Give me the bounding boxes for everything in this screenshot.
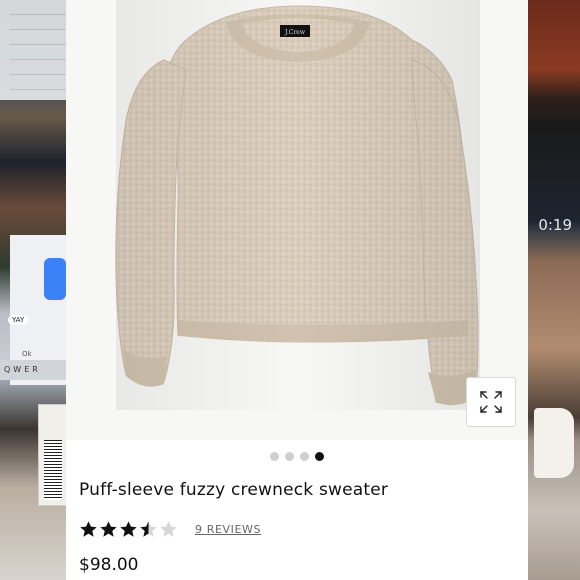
- brand-label: J.Crew: [284, 29, 306, 36]
- background-message-bubble: [44, 258, 66, 300]
- star-rating: [79, 520, 178, 539]
- product-title: Puff-sleeve fuzzy crewneck sweater: [79, 480, 389, 500]
- product-image[interactable]: J.Crew: [66, 0, 528, 440]
- product-price: $98.00: [79, 555, 139, 575]
- star-icon: [160, 520, 177, 537]
- image-pagination: [66, 452, 528, 464]
- background-reaction: YAY: [8, 315, 29, 325]
- star-icon: [120, 520, 137, 537]
- background-left: YAY Ok QWER: [0, 0, 66, 580]
- sweater-illustration: J.Crew: [115, 0, 480, 410]
- reviews-link[interactable]: 9 REVIEWS: [195, 523, 261, 536]
- background-barcode: [44, 440, 62, 500]
- star-icon: [140, 520, 157, 537]
- image-dot[interactable]: [285, 452, 294, 461]
- product-card: J.Crew Puff-sleeve fuzzy crewneck sweate…: [66, 0, 528, 580]
- background-tag-right: [534, 408, 574, 478]
- image-dot[interactable]: [315, 452, 324, 461]
- background-ui-strip: [0, 0, 66, 100]
- expand-arrows-icon: [480, 391, 502, 413]
- rating-row: 9 REVIEWS: [79, 518, 261, 540]
- star-icon: [80, 520, 97, 537]
- image-dot[interactable]: [300, 452, 309, 461]
- background-right: 0:19: [528, 0, 580, 580]
- background-ok: Ok: [22, 350, 32, 358]
- background-keyboard: QWER: [0, 360, 66, 380]
- image-dot[interactable]: [270, 452, 279, 461]
- expand-image-button[interactable]: [466, 377, 516, 427]
- background-video-time: 0:19: [538, 216, 572, 234]
- star-icon: [100, 520, 117, 537]
